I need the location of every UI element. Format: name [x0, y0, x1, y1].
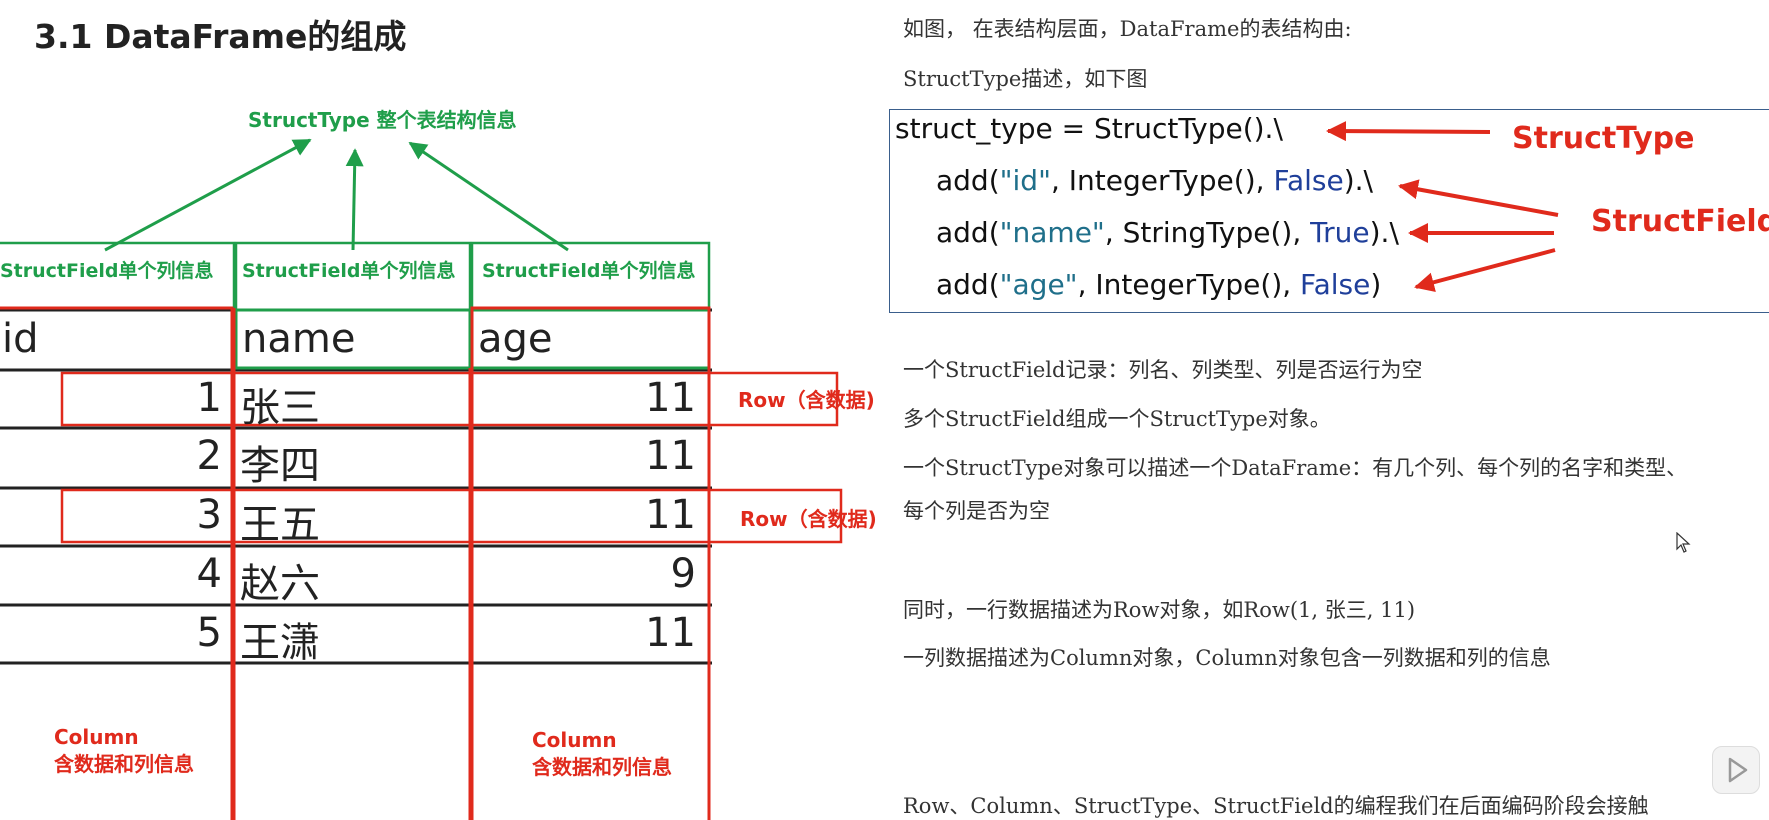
- cell-id: 4: [196, 551, 222, 597]
- header-name: name: [242, 316, 356, 362]
- cell-age: 11: [645, 433, 696, 479]
- structfield-label-id: StructField单个列信息: [0, 260, 214, 282]
- cell-age: 11: [645, 375, 696, 421]
- structtype-annotation: StructType: [1512, 121, 1695, 156]
- intro-line-2: StructType描述，如下图: [903, 67, 1148, 91]
- column-label: Column 含数据和列信息: [532, 728, 672, 779]
- mouse-cursor-icon: [1676, 532, 1691, 553]
- cell-name: 王五: [240, 502, 320, 548]
- row-label: Row（含数据): [740, 507, 877, 531]
- row-label: Row（含数据): [738, 388, 875, 412]
- paragraph: 同时，一行数据描述为Row对象，如Row(1, 张三, 11): [903, 598, 1416, 622]
- cell-name: 赵六: [240, 561, 320, 607]
- paragraph: 一个StructType对象可以描述一个DataFrame：有几个列、每个列的名…: [903, 456, 1688, 480]
- cell-id: 1: [196, 375, 222, 421]
- code-line: struct_type = StructType().\: [895, 112, 1283, 145]
- cell-id: 3: [196, 492, 222, 538]
- structfield-label-age: StructField单个列信息: [482, 260, 696, 282]
- cell-age: 9: [670, 551, 696, 597]
- play-button[interactable]: [1712, 746, 1760, 794]
- column-label: Column 含数据和列信息: [54, 725, 194, 776]
- cell-age: 11: [645, 492, 696, 538]
- paragraph: 每个列是否为空: [903, 499, 1050, 523]
- header-id: id: [2, 316, 39, 362]
- cell-id: 2: [196, 433, 222, 479]
- paragraph: 一列数据描述为Column对象，Column对象包含一列数据和列的信息: [903, 646, 1551, 670]
- structfield-annotation: StructField: [1591, 204, 1769, 239]
- structfield-label-name: StructField单个列信息: [242, 260, 456, 282]
- play-icon: [1728, 757, 1748, 783]
- header-age: age: [478, 316, 553, 362]
- cell-name: 张三: [240, 385, 320, 431]
- intro-line-1: 如图， 在表结构层面，DataFrame的表结构由:: [903, 17, 1352, 41]
- paragraph: 一个StructField记录：列名、列类型、列是否运行为空: [903, 358, 1423, 382]
- paragraph: Row、Column、StructType、StructField的编程我们在后…: [903, 794, 1649, 818]
- cell-name: 王潇: [240, 620, 320, 666]
- cell-age: 11: [645, 610, 696, 656]
- structtype-label: StructType 整个表结构信息: [248, 108, 517, 132]
- paragraph: 多个StructField组成一个StructType对象。: [903, 407, 1331, 431]
- cell-id: 5: [196, 610, 222, 656]
- cell-name: 李四: [240, 443, 320, 489]
